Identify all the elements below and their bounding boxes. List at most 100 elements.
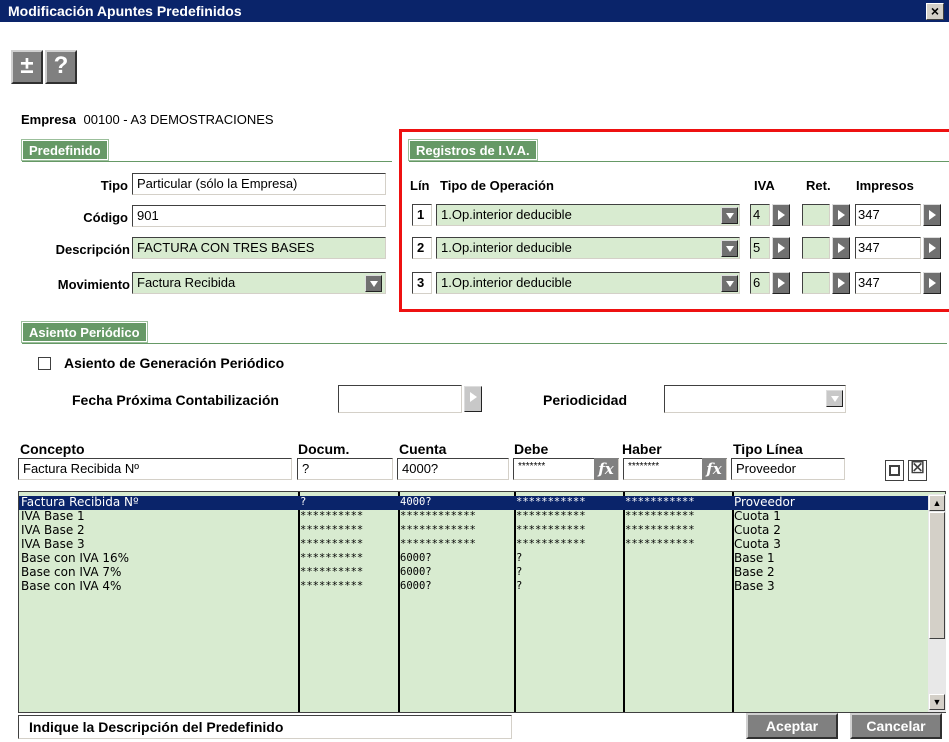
iva-row-1-tipo[interactable]: 1.Op.interior deducible	[436, 204, 740, 226]
cell-debe: ?	[516, 566, 523, 578]
cell-docum: **********	[300, 524, 364, 536]
table-row[interactable]: IVA Base 1 ********** ************ ********…	[19, 510, 928, 524]
iva-row-2-chevron-down-icon[interactable]	[721, 240, 738, 257]
iva-row-2-ret-arrow-icon[interactable]	[832, 237, 850, 259]
iva-divider	[409, 161, 949, 162]
cell-docum: **********	[300, 538, 364, 550]
iva-row-3-iva[interactable]: 6	[750, 272, 770, 294]
iva-row-2-tipo[interactable]: 1.Op.interior deducible	[436, 237, 740, 259]
iva-row-1-ret[interactable]	[802, 204, 830, 226]
iva-row-3-ret[interactable]	[802, 272, 830, 294]
codigo-field[interactable]: 901	[132, 205, 386, 227]
iva-row-3-iva-arrow-icon[interactable]	[772, 272, 790, 294]
cell-docum: ?	[300, 496, 307, 508]
iva-row-1-ret-arrow-icon[interactable]	[832, 204, 850, 226]
edit-tipo-linea[interactable]: Proveedor	[731, 458, 845, 480]
periodicidad-dropdown[interactable]	[664, 385, 846, 413]
fecha-input[interactable]	[338, 385, 462, 413]
cell-tipo: Base 2	[734, 566, 775, 579]
cell-tipo: Proveedor	[734, 496, 795, 509]
close-square-icon[interactable]: ☒	[908, 460, 927, 481]
descripcion-field[interactable]: FACTURA CON TRES BASES	[132, 237, 386, 259]
cell-concepto: IVA Base 1	[21, 510, 85, 523]
col-debe: Debe	[514, 441, 549, 457]
iva-row-1-iva-arrow-icon[interactable]	[772, 204, 790, 226]
cell-docum: **********	[300, 510, 364, 522]
plus-minus-button[interactable]: ±	[11, 50, 43, 84]
iva-row-2-ret[interactable]	[802, 237, 830, 259]
edit-concepto[interactable]: Factura Recibida Nº	[18, 458, 292, 480]
cell-cuenta: 4000?	[400, 496, 432, 508]
iva-row-3-chevron-down-icon[interactable]	[721, 275, 738, 292]
iva-row-1-iva[interactable]: 4	[750, 204, 770, 226]
iva-header-ret: Ret.	[806, 178, 831, 193]
cell-tipo: Base 3	[734, 580, 775, 593]
movimiento-chevron-down-icon[interactable]	[365, 275, 382, 292]
scroll-up-icon[interactable]: ▲	[929, 495, 945, 511]
maximize-square-icon[interactable]	[885, 460, 904, 481]
cancelar-button[interactable]: Cancelar	[850, 713, 942, 739]
cell-debe: ?	[516, 552, 523, 564]
iva-row-1-lin: 1	[412, 204, 432, 226]
iva-row-2-impresos-arrow-icon[interactable]	[923, 237, 941, 259]
col-tipo-linea: Tipo Línea	[733, 441, 803, 457]
table-row[interactable]: Base con IVA 4% ********** 6000?? Base 3	[19, 580, 928, 594]
empresa-row: Empresa 00100 - A3 DEMOSTRACIONES	[21, 112, 274, 127]
iva-row-1-impresos[interactable]: 347	[855, 204, 921, 226]
cell-cuenta: 6000?	[400, 566, 432, 578]
table-row[interactable]: Base con IVA 7% ********** 6000?? Base 2	[19, 566, 928, 580]
debe-fx-icon[interactable]: fx	[594, 458, 618, 480]
edit-docum[interactable]: ?	[297, 458, 393, 480]
iva-row-2-iva-arrow-icon[interactable]	[772, 237, 790, 259]
cell-haber: ***********	[625, 496, 695, 508]
cell-debe: ?	[516, 580, 523, 592]
cell-debe: ***********	[516, 496, 586, 508]
iva-row-1-chevron-down-icon[interactable]	[721, 207, 738, 224]
col-haber: Haber	[622, 441, 662, 457]
table-row[interactable]: IVA Base 3 ********** ************ ********…	[19, 538, 928, 552]
table-row[interactable]: Factura Recibida Nº? 4000? *********** ****…	[19, 496, 928, 510]
iva-row-3-impresos[interactable]: 347	[855, 272, 921, 294]
scroll-down-icon[interactable]: ▼	[929, 694, 945, 710]
lines-table[interactable]: Factura Recibida Nº? 4000? *********** ****…	[18, 491, 946, 713]
iva-row-2-iva[interactable]: 5	[750, 237, 770, 259]
movimiento-dropdown[interactable]: Factura Recibida	[132, 272, 386, 294]
tab-asiento-periodico: Asiento Periódico	[21, 321, 148, 343]
periodicidad-chevron-down-icon[interactable]	[826, 390, 843, 407]
cell-tipo: Cuota 3	[734, 538, 781, 551]
iva-header-iva: IVA	[754, 178, 775, 193]
col-concepto: Concepto	[20, 441, 85, 457]
codigo-label: Código	[83, 210, 128, 225]
haber-fx-icon[interactable]: fx	[702, 458, 726, 480]
col-docum: Docum.	[298, 441, 350, 457]
col-cuenta: Cuenta	[399, 441, 447, 457]
table-row[interactable]: IVA Base 2 ********** ************ ********…	[19, 524, 928, 538]
movimiento-label: Movimiento	[57, 277, 130, 292]
aceptar-button[interactable]: Aceptar	[746, 713, 838, 739]
edit-cuenta[interactable]: 4000?	[397, 458, 509, 480]
fecha-arrow-icon[interactable]	[464, 386, 482, 412]
help-button[interactable]: ?	[45, 50, 77, 84]
close-icon[interactable]: ×	[926, 3, 944, 20]
iva-header-impresos: Impresos	[856, 178, 914, 193]
periodico-checkbox[interactable]	[38, 357, 51, 370]
table-row[interactable]: Base con IVA 16% ********** 6000?? Base 1	[19, 552, 928, 566]
iva-row-1-impresos-arrow-icon[interactable]	[923, 204, 941, 226]
periodico-divider	[22, 343, 947, 344]
descripcion-label: Descripción	[55, 242, 130, 257]
scroll-thumb[interactable]	[929, 512, 945, 639]
cell-cuenta: 6000?	[400, 580, 432, 592]
empresa-value: 00100 - A3 DEMOSTRACIONES	[83, 112, 274, 127]
iva-row-3-tipo[interactable]: 1.Op.interior deducible	[436, 272, 740, 294]
cell-concepto: Base con IVA 4%	[21, 580, 122, 593]
iva-row-2-impresos[interactable]: 347	[855, 237, 921, 259]
cell-haber: ***********	[625, 538, 695, 550]
cell-concepto: IVA Base 3	[21, 538, 85, 551]
cell-cuenta: ************	[400, 538, 476, 550]
tipo-field[interactable]: Particular (sólo la Empresa)	[132, 173, 386, 195]
tipo-label: Tipo	[100, 178, 128, 193]
cell-tipo: Base 1	[734, 552, 775, 565]
iva-row-3-ret-arrow-icon[interactable]	[832, 272, 850, 294]
iva-row-3-impresos-arrow-icon[interactable]	[923, 272, 941, 294]
cell-debe: ***********	[516, 510, 586, 522]
